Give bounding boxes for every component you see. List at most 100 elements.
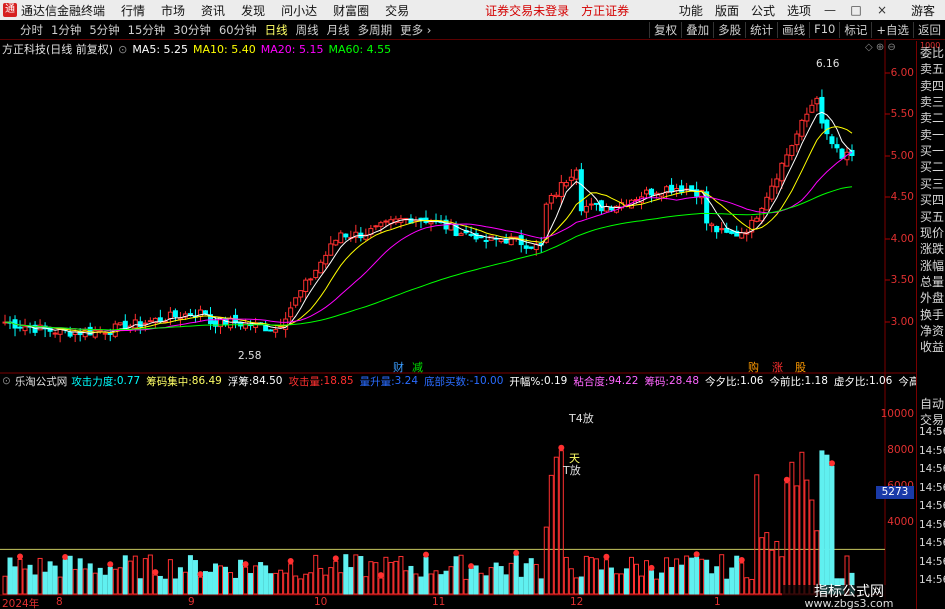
btn-duogu[interactable]: 多股 xyxy=(713,21,745,38)
indicator-value: 86.49 xyxy=(191,375,222,387)
menu-gongneng[interactable]: 功能 xyxy=(673,2,709,19)
btn-diejia[interactable]: 叠加 xyxy=(681,21,713,38)
vol-tick: 8000 xyxy=(887,444,914,456)
menu-hangqing[interactable]: 行情 xyxy=(113,2,153,19)
period-week[interactable]: 周线 xyxy=(292,22,323,38)
period-more[interactable]: 更多 › xyxy=(396,22,435,38)
panel-item[interactable]: 买五 xyxy=(920,210,945,224)
menu-xuanxiang[interactable]: 选项 xyxy=(781,2,817,19)
panel-item[interactable]: 外盘 xyxy=(920,291,945,305)
panel-item[interactable]: 卖四 xyxy=(920,79,945,93)
period-15min[interactable]: 15分钟 xyxy=(124,22,170,38)
btn-huaxian[interactable]: 画线 xyxy=(777,21,809,38)
volume-bar xyxy=(533,563,539,595)
volume-bar xyxy=(593,558,599,595)
menu-shichang[interactable]: 市场 xyxy=(153,2,193,19)
panel-item[interactable]: 卖二 xyxy=(920,111,945,125)
volume-bar xyxy=(754,474,760,595)
period-1min[interactable]: 1分钟 xyxy=(47,22,85,38)
btn-f10[interactable]: F10 xyxy=(809,21,839,38)
panel-item[interactable]: 卖五 xyxy=(920,62,945,76)
panel-item[interactable]: 净资 xyxy=(920,324,945,338)
candle-body xyxy=(52,332,58,335)
volume-bar xyxy=(674,558,680,595)
vol-tick: 4000 xyxy=(887,516,914,528)
btn-biaoji[interactable]: 标记 xyxy=(839,21,871,38)
event-tag-cai[interactable]: 财 xyxy=(393,359,404,375)
indicator-item: 筹码: xyxy=(644,375,669,388)
panel-item[interactable]: 自动 xyxy=(920,397,945,411)
period-5min[interactable]: 5分钟 xyxy=(85,22,123,38)
panel-item[interactable]: 买四 xyxy=(920,193,945,207)
volume-bar xyxy=(739,562,745,595)
volume-bar xyxy=(202,571,208,595)
period-60min[interactable]: 60分钟 xyxy=(215,22,261,38)
candle-body xyxy=(273,329,279,333)
panel-item[interactable]: 买一 xyxy=(920,144,945,158)
volume-bar xyxy=(503,574,509,595)
candle-body xyxy=(799,119,805,137)
event-tag-gou[interactable]: 购 xyxy=(748,359,759,375)
volume-bar xyxy=(613,573,619,595)
menu-faxian[interactable]: 发现 xyxy=(233,2,273,19)
panel-item[interactable]: 涨跌 xyxy=(920,242,945,256)
menu-gongshi[interactable]: 公式 xyxy=(745,2,781,19)
volume-bar xyxy=(152,574,158,595)
panel-item[interactable]: 现价 xyxy=(920,226,945,240)
volume-bar xyxy=(799,451,805,595)
minimize-icon[interactable]: — xyxy=(817,3,843,17)
volume-bar xyxy=(112,568,118,595)
menu-banmian[interactable]: 版面 xyxy=(709,2,745,19)
maximize-icon[interactable]: □ xyxy=(843,3,869,17)
toolbar-right: 复权 叠加 多股 统计 画线 F10 标记 +自选 返回 xyxy=(649,21,945,38)
candle-body xyxy=(117,322,123,326)
menu-zixun[interactable]: 资讯 xyxy=(193,2,233,19)
panel-item[interactable]: 总量 xyxy=(920,275,945,289)
panel-item[interactable]: 委比 xyxy=(920,46,945,60)
candle-body xyxy=(293,297,299,306)
volume-bar xyxy=(518,576,524,595)
signal-marker xyxy=(332,555,339,562)
guest-label[interactable]: 游客 xyxy=(895,2,945,19)
candle-body xyxy=(132,319,138,329)
panel-item[interactable]: 收益 xyxy=(920,340,945,354)
candle-body xyxy=(202,310,208,315)
volume-bar xyxy=(77,558,83,595)
panel-item[interactable]: 涨幅 xyxy=(920,259,945,273)
login-warning[interactable]: 证券交易未登录 xyxy=(479,2,575,19)
period-multi[interactable]: 多周期 xyxy=(354,22,397,38)
event-tag-jian[interactable]: 减 xyxy=(412,359,423,375)
period-day[interactable]: 日线 xyxy=(261,22,292,38)
candle-body xyxy=(323,254,329,265)
btn-fanhui[interactable]: 返回 xyxy=(913,21,945,38)
panel-item[interactable]: 换手 xyxy=(920,308,945,322)
period-30min[interactable]: 30分钟 xyxy=(169,22,215,38)
panel-item[interactable]: 买三 xyxy=(920,177,945,191)
indicator-item: 攻击量: xyxy=(288,375,324,388)
panel-time: 14:56 xyxy=(919,481,945,494)
period-fenshi[interactable]: 分时 xyxy=(0,22,47,38)
close-icon[interactable]: × xyxy=(869,3,895,17)
indicator-settings-icon[interactable]: ⊙ xyxy=(2,375,11,387)
indicator-name[interactable]: 乐淘公式网 xyxy=(15,374,68,389)
btn-zixuan[interactable]: +自选 xyxy=(871,21,913,38)
menu-wenxiaoda[interactable]: 问小达 xyxy=(273,2,325,19)
date-tick: 8 xyxy=(56,596,63,608)
broker-name[interactable]: 方正证券 xyxy=(575,2,635,19)
volume-bar xyxy=(278,569,284,595)
price-tick: 4.50 xyxy=(890,191,914,203)
btn-fuquan[interactable]: 复权 xyxy=(649,21,681,38)
panel-time: 14:56 xyxy=(919,500,945,512)
price-tick: 3.50 xyxy=(890,274,914,286)
menu-jiaoyi[interactable]: 交易 xyxy=(377,2,417,19)
indicator-value: 0.77 xyxy=(116,375,141,387)
kline-chart[interactable] xyxy=(0,40,916,609)
panel-item[interactable]: 卖一 xyxy=(920,128,945,142)
candle-body xyxy=(573,169,579,180)
period-month[interactable]: 月线 xyxy=(323,22,354,38)
volume-bar xyxy=(749,578,755,595)
panel-item[interactable]: 买二 xyxy=(920,160,945,174)
btn-tongji[interactable]: 统计 xyxy=(745,21,777,38)
menu-caifuquan[interactable]: 财富圈 xyxy=(325,2,377,19)
panel-item[interactable]: 卖三 xyxy=(920,95,945,109)
